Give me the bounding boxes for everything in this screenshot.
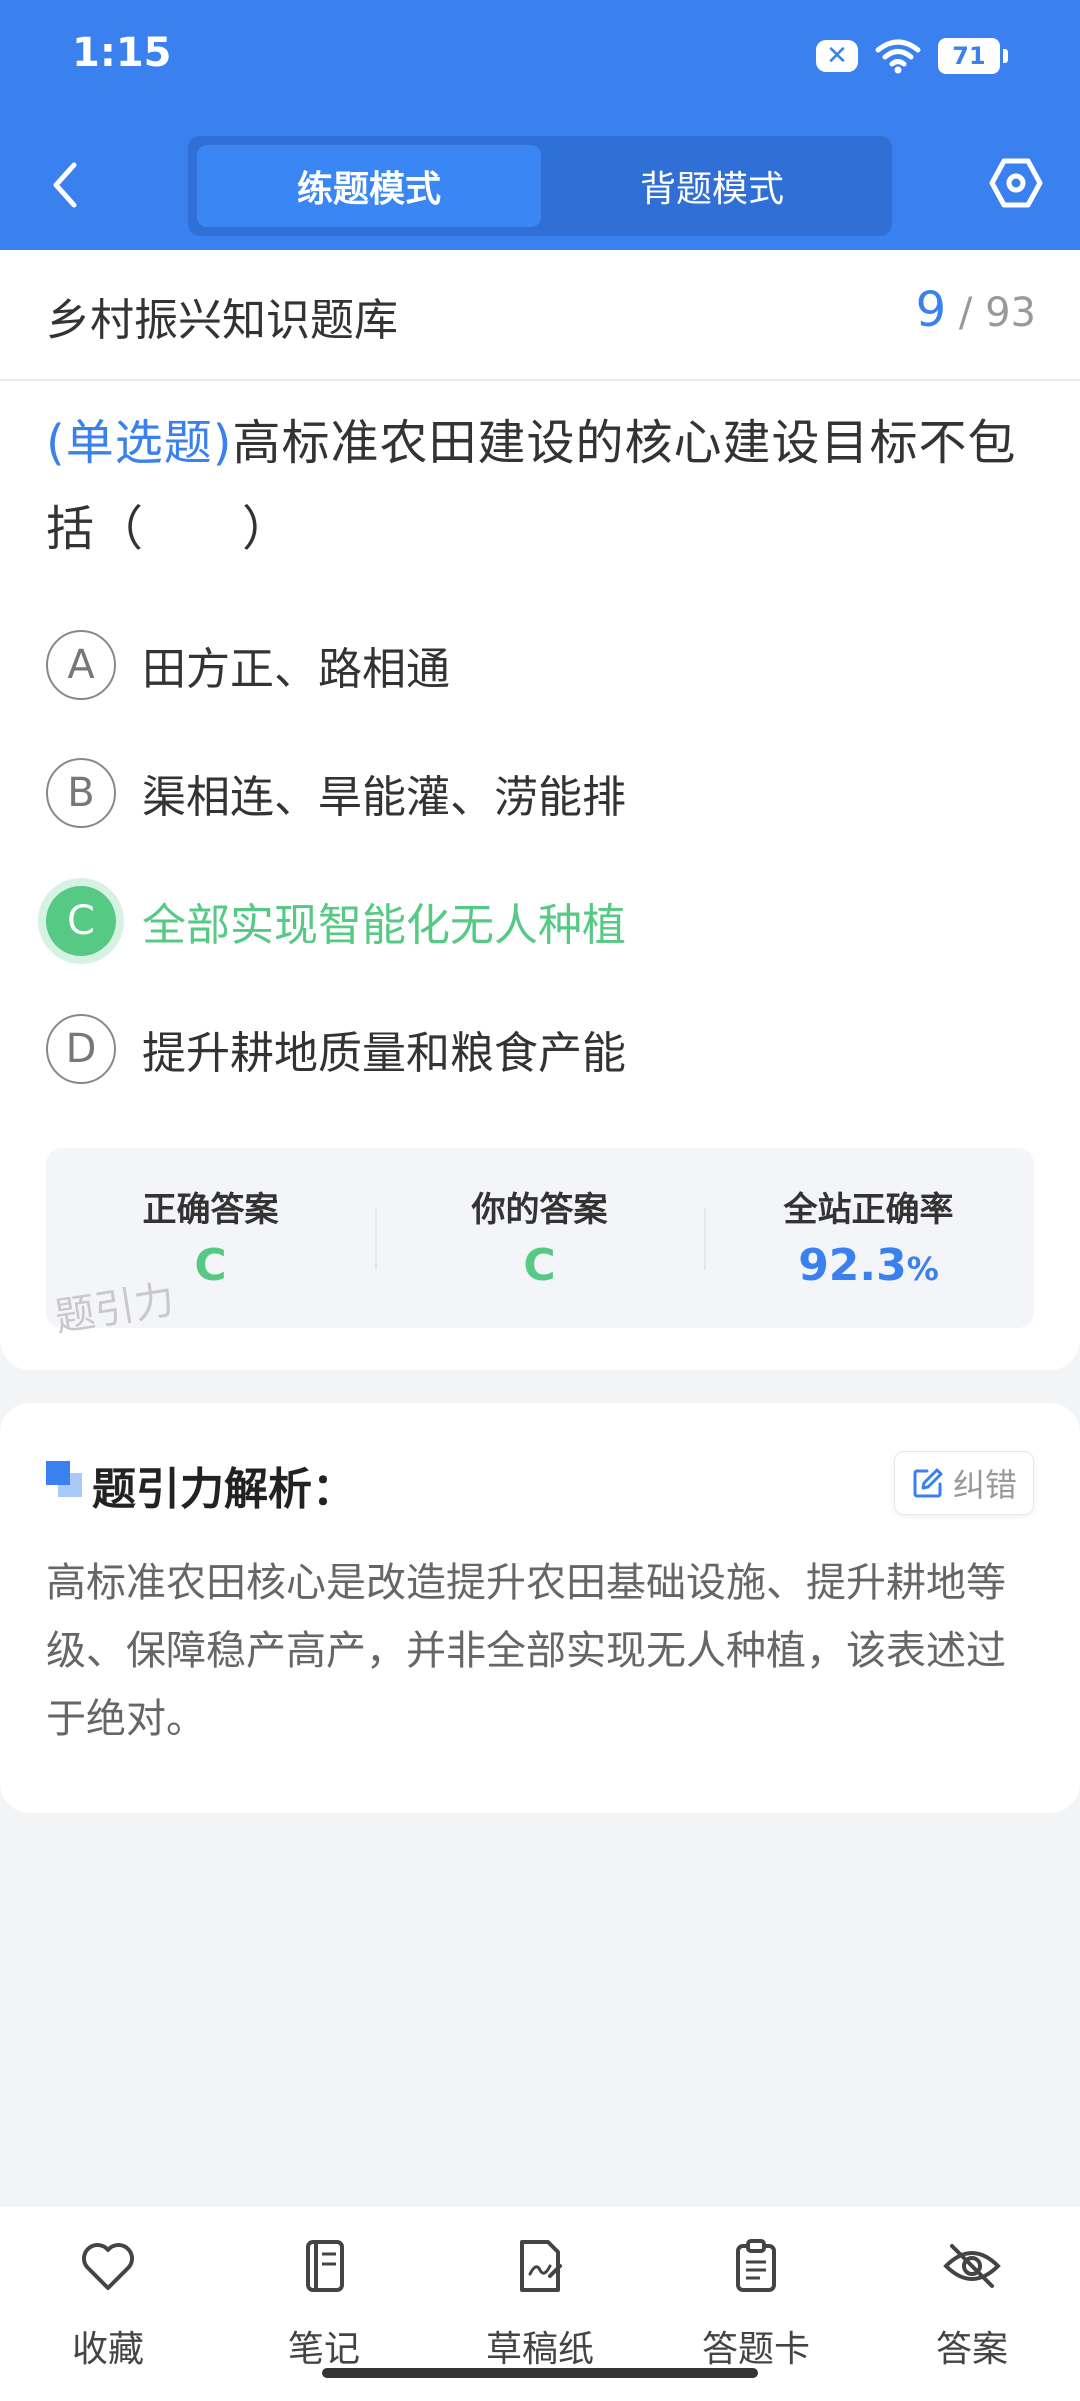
nav-show-answer[interactable]: 答案 — [864, 2226, 1080, 2370]
question-type: (单选题) — [46, 415, 233, 471]
nav-notes-label: 笔记 — [287, 2329, 360, 2370]
mode-switch: 练题模式 背题模式 — [188, 136, 892, 236]
nav-answer-sheet-label: 答题卡 — [701, 2329, 810, 2370]
option-text: 田方正、路相通 — [142, 644, 450, 695]
wifi-icon — [875, 39, 921, 74]
back-arrow-icon[interactable] — [40, 155, 90, 215]
nav-draft-paper[interactable]: 草稿纸 — [432, 2226, 648, 2370]
status-time: 1:15 — [72, 30, 172, 76]
home-indicator[interactable] — [322, 2368, 758, 2378]
nav-answer-sheet[interactable]: 答题卡 — [648, 2226, 864, 2370]
edit-icon — [913, 1468, 943, 1498]
analysis-text: 高标准农田核心是改造提升农田基础设施、提升耕地等级、保障稳产高产，并非全部实现无… — [46, 1560, 1006, 1742]
nav-draft-paper-label: 草稿纸 — [485, 2329, 594, 2370]
option-text: 渠相连、旱能灌、涝能排 — [142, 772, 626, 823]
bank-title: 乡村振兴知识题库 — [46, 295, 398, 346]
progress-separator: / — [958, 290, 973, 336]
accuracy-column: 全站正确率 92.3% — [704, 1148, 1033, 1328]
nav-notes[interactable]: 笔记 — [216, 2226, 432, 2370]
analysis-card: 题引力解析： 纠错 高标准农田核心是改造提升农田基础设施、提升耕地等级、保障稳产… — [0, 1403, 1080, 1813]
nav-show-answer-label: 答案 — [935, 2329, 1008, 2370]
option-letter: D — [46, 1014, 116, 1084]
your-answer-value: C — [523, 1240, 556, 1291]
notebook-icon — [306, 2240, 344, 2292]
battery-icon: 71 — [938, 38, 1008, 74]
divider — [0, 379, 1080, 381]
option-text: 全部实现智能化无人种植 — [142, 900, 626, 951]
settings-icon[interactable] — [988, 155, 1044, 211]
question-stem: (单选题)高标准农田建设的核心建设目标不包括（ ） — [46, 400, 1036, 572]
current-question-number: 9 — [915, 282, 947, 338]
option-d[interactable]: D 提升耕地质量和粮食产能 — [46, 1011, 626, 1087]
nav-favorite-label: 收藏 — [71, 2329, 144, 2370]
question-progress: 9 / 93 — [916, 282, 1036, 338]
question-card: 乡村振兴知识题库 9 / 93 (单选题)高标准农田建设的核心建设目标不包括（ … — [0, 250, 1080, 1370]
option-letter: B — [46, 758, 116, 828]
report-error-button[interactable]: 纠错 — [894, 1451, 1034, 1515]
analysis-section-icon — [46, 1461, 82, 1497]
tab-memorize-mode[interactable]: 背题模式 — [540, 145, 884, 227]
accuracy-unit: % — [906, 1250, 939, 1288]
tab-practice-mode[interactable]: 练题模式 — [197, 145, 541, 227]
eye-off-icon — [943, 2244, 1001, 2288]
top-bar: 1:15 ✕ 71 练题模式 背题模式 — [0, 0, 1080, 250]
option-a[interactable]: A 田方正、路相通 — [46, 627, 450, 703]
no-sim-icon: ✕ — [816, 40, 858, 72]
option-letter: A — [46, 630, 116, 700]
report-error-label: 纠错 — [952, 1466, 1017, 1504]
your-answer-column: 你的答案 C — [375, 1148, 704, 1328]
total-question-count: 93 — [985, 290, 1036, 336]
accuracy-number: 92.3 — [798, 1240, 907, 1291]
draft-paper-icon — [520, 2240, 562, 2292]
answer-sheet-icon — [736, 2239, 776, 2292]
heart-icon — [82, 2243, 134, 2290]
option-letter: C — [46, 886, 116, 956]
option-b[interactable]: B 渠相连、旱能灌、涝能排 — [46, 755, 626, 831]
nav-favorite[interactable]: 收藏 — [0, 2226, 216, 2370]
option-c[interactable]: C 全部实现智能化无人种植 — [46, 883, 626, 959]
analysis-title: 题引力解析： — [92, 1464, 356, 1515]
option-text: 提升耕地质量和粮食产能 — [142, 1028, 626, 1079]
accuracy-value: 92.3% — [704, 1240, 1033, 1291]
answer-summary: 正确答案 C 你的答案 C 全站正确率 92.3% 题引力 — [46, 1148, 1034, 1341]
correct-answer-label: 正确答案 — [142, 1190, 279, 1230]
status-icons: ✕ 71 — [816, 38, 1008, 74]
your-answer-label: 你的答案 — [471, 1190, 608, 1230]
accuracy-label: 全站正确率 — [783, 1190, 954, 1230]
